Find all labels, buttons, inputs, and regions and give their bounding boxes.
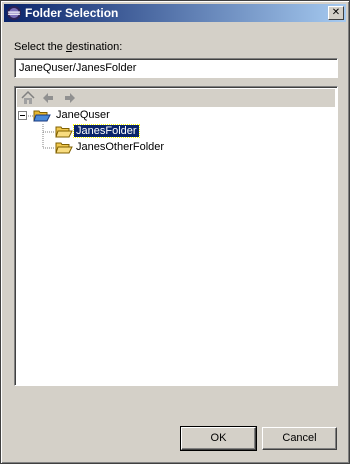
tree-node-root[interactable]: JaneQuser: [18, 108, 218, 124]
collapse-toggle-icon[interactable]: [18, 111, 27, 120]
folder-icon: [55, 124, 73, 140]
tree-node-label: JaneQuser: [56, 109, 110, 121]
cancel-button[interactable]: Cancel: [262, 427, 337, 450]
open-folder-icon: [33, 108, 51, 124]
title-bar[interactable]: Folder Selection ✕: [4, 4, 346, 22]
destination-label-part1: Select the: [14, 41, 66, 53]
tree-node-child[interactable]: JanesOtherFolder: [55, 140, 255, 156]
tree-node-label-selected: JanesFolder: [73, 124, 140, 138]
folder-selection-dialog: Folder Selection ✕ Select the destinatio…: [0, 0, 350, 464]
tree-node-label: JanesOtherFolder: [76, 141, 165, 153]
tree-node-child[interactable]: JanesFolder: [55, 124, 255, 140]
close-icon: ✕: [331, 7, 341, 18]
window-title: Folder Selection: [25, 6, 119, 20]
folder-icon: [55, 140, 73, 156]
folder-tree-panel[interactable]: JaneQuser JanesFolder JanesOtherFolder: [14, 86, 338, 386]
destination-path-input[interactable]: [14, 58, 338, 78]
destination-label: Select the destination:: [14, 41, 122, 53]
eclipse-app-icon: [6, 5, 22, 21]
close-button[interactable]: ✕: [328, 6, 344, 20]
ok-button[interactable]: OK: [180, 426, 257, 451]
destination-label-part2: estination:: [72, 41, 123, 53]
